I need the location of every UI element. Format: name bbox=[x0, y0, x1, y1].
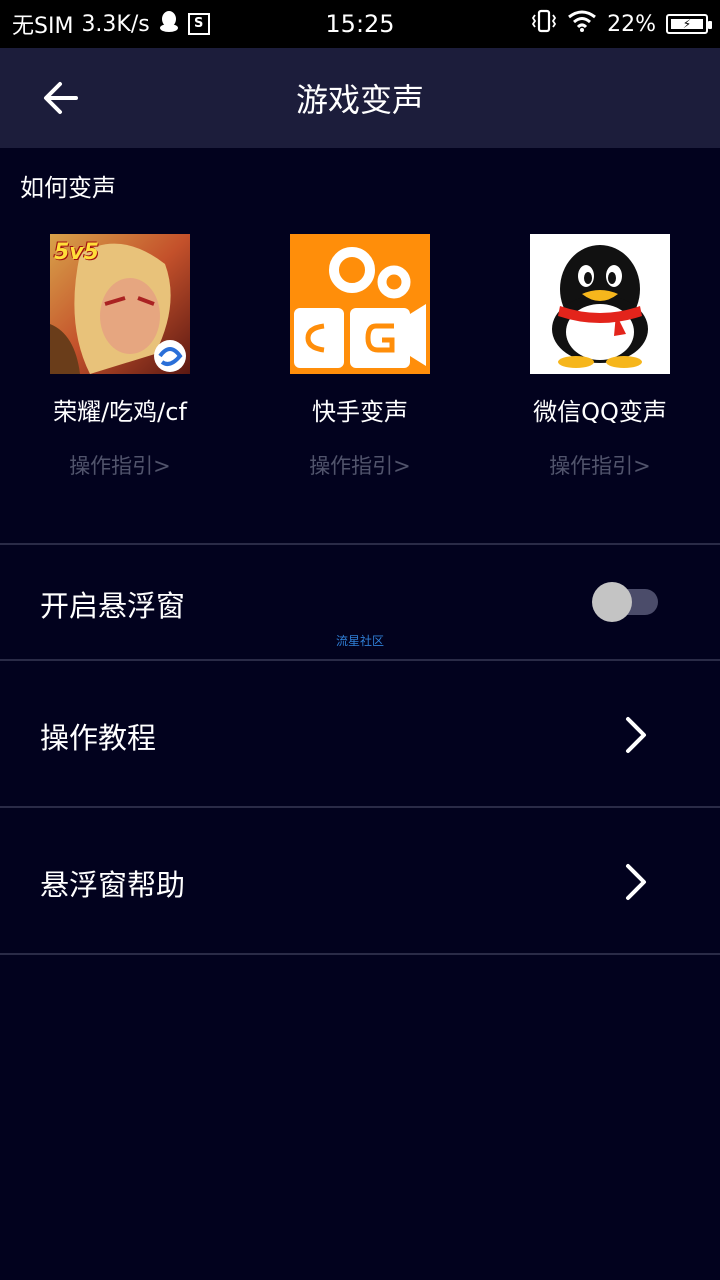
battery-percent: 22% bbox=[607, 11, 656, 37]
floating-help-row[interactable]: 悬浮窗帮助 bbox=[0, 808, 720, 953]
network-speed: 3.3K/s bbox=[81, 11, 150, 37]
chevron-right-icon bbox=[626, 717, 646, 753]
kuaishou-icon bbox=[290, 234, 430, 374]
section-title: 如何变声 bbox=[20, 174, 116, 202]
arrow-left-icon bbox=[44, 82, 78, 114]
watermark-text: 流星社区 bbox=[335, 634, 384, 648]
guide-link[interactable]: 操作指引> bbox=[480, 450, 720, 480]
app-name: 微信QQ变声 bbox=[533, 398, 667, 426]
status-bar: 无SIM 3.3K/s S 15:25 22% ⚡ bbox=[0, 0, 720, 48]
qq-penguin-icon bbox=[530, 234, 670, 374]
status-left: 无SIM 3.3K/s S bbox=[12, 0, 210, 48]
floating-window-label: 开启悬浮窗 bbox=[40, 589, 186, 623]
qq-notification-icon bbox=[158, 9, 180, 39]
app-name: 荣耀/吃鸡/cf bbox=[53, 398, 187, 426]
app-card-honor[interactable]: 5v5 荣耀/吃鸡/cf 操作指引> bbox=[0, 234, 240, 480]
app-card-qq[interactable]: 微信QQ变声 操作指引> bbox=[480, 234, 720, 480]
guide-link[interactable]: 操作指引> bbox=[0, 450, 240, 480]
toggle-knob bbox=[592, 582, 632, 622]
floating-help-label: 悬浮窗帮助 bbox=[40, 868, 186, 902]
tutorial-label: 操作教程 bbox=[40, 721, 157, 755]
app-name: 快手变声 bbox=[312, 398, 408, 426]
vibrate-icon bbox=[531, 9, 557, 39]
floating-window-toggle[interactable] bbox=[592, 582, 660, 622]
battery-charging-icon: ⚡ bbox=[666, 14, 712, 34]
chevron-right-icon bbox=[626, 864, 646, 900]
app-header: 游戏变声 bbox=[0, 48, 720, 148]
game-badge: 5v5 bbox=[54, 240, 99, 265]
s-box-icon: S bbox=[187, 13, 210, 35]
honor-of-kings-icon: 5v5 bbox=[50, 234, 190, 374]
status-right: 22% ⚡ bbox=[531, 0, 712, 48]
guide-link[interactable]: 操作指引> bbox=[240, 450, 480, 480]
page-title: 游戏变声 bbox=[295, 81, 424, 119]
wifi-icon bbox=[567, 9, 597, 39]
back-button[interactable] bbox=[40, 76, 86, 120]
app-card-kuaishou[interactable]: 快手变声 操作指引> bbox=[240, 234, 480, 480]
tutorial-row[interactable]: 操作教程 bbox=[0, 661, 720, 806]
divider bbox=[0, 953, 720, 955]
carrier-label: 无SIM bbox=[12, 14, 74, 39]
